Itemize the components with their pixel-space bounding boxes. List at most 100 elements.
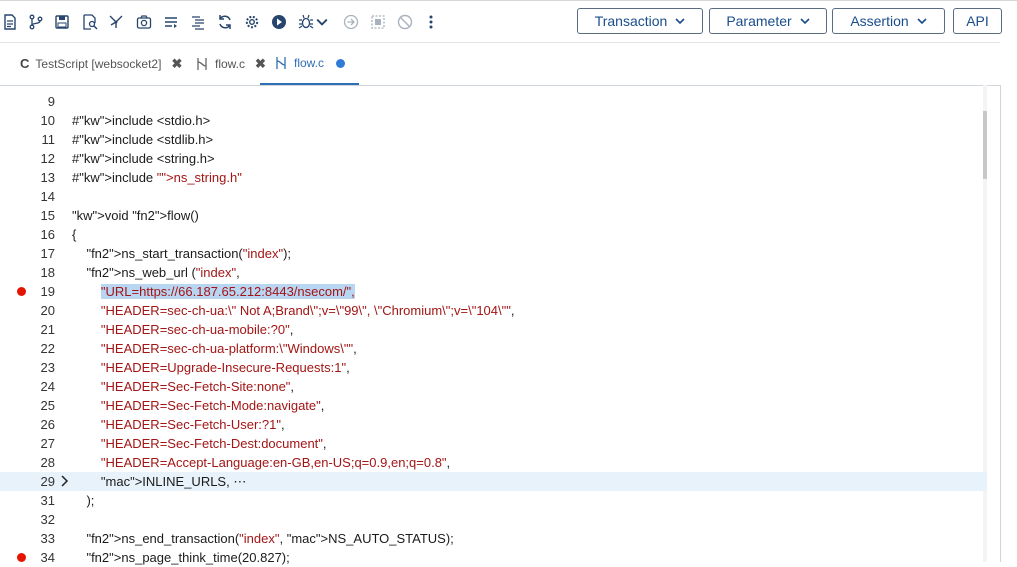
close-icon[interactable]: ✖	[171, 56, 182, 72]
toolbar: Transaction Parameter Assertion API	[0, 0, 1017, 43]
code-line[interactable]: 29 "mac">INLINE_URLS, ⋯	[0, 472, 987, 491]
gear-icon[interactable]	[243, 13, 261, 31]
code-line[interactable]: 23 "HEADER=Upgrade-Insecure-Requests:1",	[0, 358, 987, 377]
line-number: 10	[40, 113, 55, 128]
screen-icon	[369, 13, 387, 31]
code-line[interactable]: 15 "kw">void "fn2">flow()	[0, 206, 987, 225]
play-icon[interactable]	[270, 13, 288, 31]
code-line[interactable]: 19 "URL=https://66.187.65.212:8443/nseco…	[0, 282, 987, 301]
code-text: "mac">INLINE_URLS, ⋯	[100, 474, 247, 489]
line-number: 31	[40, 493, 55, 508]
code-text: "HEADER=Sec-Fetch-Dest:document",	[100, 436, 327, 451]
line-number: 21	[40, 322, 55, 337]
tab-flow-c[interactable]: flow.c ✖	[195, 43, 266, 84]
line-number: 34	[40, 550, 55, 565]
line-number: 20	[40, 303, 55, 318]
tab-flow-c-active[interactable]: flow.c	[260, 43, 360, 85]
assertion-label: Assertion	[850, 13, 909, 29]
line-number: 15	[40, 208, 55, 223]
api-label: API	[966, 13, 989, 29]
line-number: 27	[40, 436, 55, 451]
code-line[interactable]: 20 "HEADER=sec-ch-ua:\" Not A;Brand\";v=…	[0, 301, 987, 320]
code-line[interactable]: 12 #"kw">include <string.h>	[0, 149, 987, 168]
chevron-down-icon[interactable]	[316, 13, 328, 31]
code-line[interactable]: 32	[0, 510, 987, 529]
code-editor[interactable]: 9 10 #"kw">include <stdio.h> 11 #"kw">includ…	[0, 85, 1001, 565]
tab-label: flow.c	[215, 56, 246, 71]
editor-tabs: C TestScript [websocket2] ✖ flow.c ✖ flo…	[0, 42, 1000, 86]
line-number: 13	[40, 170, 55, 185]
code-text: "HEADER=sec-ch-ua-platform:\"Windows\"",	[100, 341, 357, 356]
block-icon	[396, 13, 414, 31]
line-number: 24	[40, 379, 55, 394]
parameter-label: Parameter	[726, 13, 792, 29]
tab-label: flow.c	[294, 56, 325, 70]
code-line[interactable]: 34 "fn2">ns_page_think_time(20.827);	[0, 548, 987, 567]
code-line[interactable]: 17 "fn2">ns_start_transaction("index");	[0, 244, 987, 263]
code-line[interactable]: 27 "HEADER=Sec-Fetch-Dest:document",	[0, 434, 987, 453]
line-number: 32	[40, 512, 55, 527]
list-icon[interactable]	[162, 13, 180, 31]
modified-dot-icon	[336, 58, 346, 68]
refresh-icon[interactable]	[216, 13, 234, 31]
code-line[interactable]: 10 #"kw">include <stdio.h>	[0, 111, 987, 130]
code-text: "HEADER=sec-ch-ua:\" Not A;Brand\";v=\"9…	[100, 303, 515, 318]
line-number: 28	[40, 455, 55, 470]
save-icon[interactable]	[53, 13, 71, 31]
code-line[interactable]: 26 "HEADER=Sec-Fetch-User:?1",	[0, 415, 987, 434]
line-number: 9	[47, 94, 55, 109]
line-number: 22	[40, 341, 55, 356]
line-number: 29	[40, 474, 55, 489]
code-text: "fn2">ns_end_transaction("index", "mac">…	[86, 531, 454, 546]
assertion-button[interactable]: Assertion	[832, 8, 945, 34]
tab-testscript[interactable]: C TestScript [websocket2] ✖	[20, 43, 182, 84]
line-number: 17	[40, 246, 55, 261]
code-line[interactable]: 22 "HEADER=sec-ch-ua-platform:\"Windows\…	[0, 339, 987, 358]
code-line[interactable]: 11 #"kw">include <stdlib.h>	[0, 130, 987, 149]
code-text: {	[72, 227, 77, 242]
tab-label: TestScript [websocket2]	[35, 56, 162, 71]
code-text: #"kw">include <string.h>	[72, 151, 215, 166]
code-line[interactable]: 18 "fn2">ns_web_url ("index",	[0, 263, 987, 282]
line-number: 33	[40, 531, 55, 546]
code-text: #"kw">include <stdio.h>	[72, 113, 211, 128]
code-line[interactable]: 21 "HEADER=sec-ch-ua-mobile:?0",	[0, 320, 987, 339]
network-icon[interactable]	[107, 13, 125, 31]
flow-icon	[197, 57, 207, 70]
code-text: "fn2">ns_page_think_time(20.827);	[86, 550, 290, 565]
code-line[interactable]: 28 "HEADER=Accept-Language:en-GB,en-US;q…	[0, 453, 987, 472]
parameter-button[interactable]: Parameter	[709, 8, 827, 34]
line-number: 11	[41, 132, 56, 147]
more-icon[interactable]	[422, 13, 440, 31]
code-text: #"kw">include "">ns_string.h"	[72, 170, 242, 185]
code-line[interactable]: 24 "HEADER=Sec-Fetch-Site:none",	[0, 377, 987, 396]
camera-icon[interactable]	[135, 13, 153, 31]
code-line[interactable]: 14	[0, 187, 987, 206]
transaction-button[interactable]: Transaction	[577, 8, 703, 34]
document-icon[interactable]	[1, 13, 19, 31]
code-text: "HEADER=Upgrade-Insecure-Requests:1",	[100, 360, 350, 375]
branch-icon[interactable]	[27, 13, 45, 31]
code-line[interactable]: 16 {	[0, 225, 987, 244]
code-line[interactable]: 33 "fn2">ns_end_transaction("index", "ma…	[0, 529, 987, 548]
search-doc-icon[interactable]	[81, 13, 99, 31]
line-number: 18	[40, 265, 55, 280]
code-line[interactable]: 13 #"kw">include "">ns_string.h"	[0, 168, 987, 187]
code-line[interactable]: 31 );	[0, 491, 987, 510]
code-text: "HEADER=Sec-Fetch-Site:none",	[100, 379, 295, 394]
line-number: 16	[40, 227, 55, 242]
line-number: 12	[40, 151, 55, 166]
api-button[interactable]: API	[953, 8, 1002, 34]
forward-icon	[342, 13, 360, 31]
code-text: "fn2">ns_web_url ("index",	[86, 265, 240, 280]
code-text: "kw">void "fn2">flow()	[72, 208, 199, 223]
debug-icon[interactable]	[297, 13, 315, 31]
line-number: 26	[40, 417, 55, 432]
code-text: "HEADER=Sec-Fetch-Mode:navigate",	[100, 398, 325, 413]
code-line[interactable]: 9	[0, 92, 987, 111]
list-indent-icon[interactable]	[189, 13, 207, 31]
line-number: 23	[40, 360, 55, 375]
code-line[interactable]: 25 "HEADER=Sec-Fetch-Mode:navigate",	[0, 396, 987, 415]
c-icon: C	[20, 56, 30, 71]
code-text: );	[72, 493, 95, 508]
